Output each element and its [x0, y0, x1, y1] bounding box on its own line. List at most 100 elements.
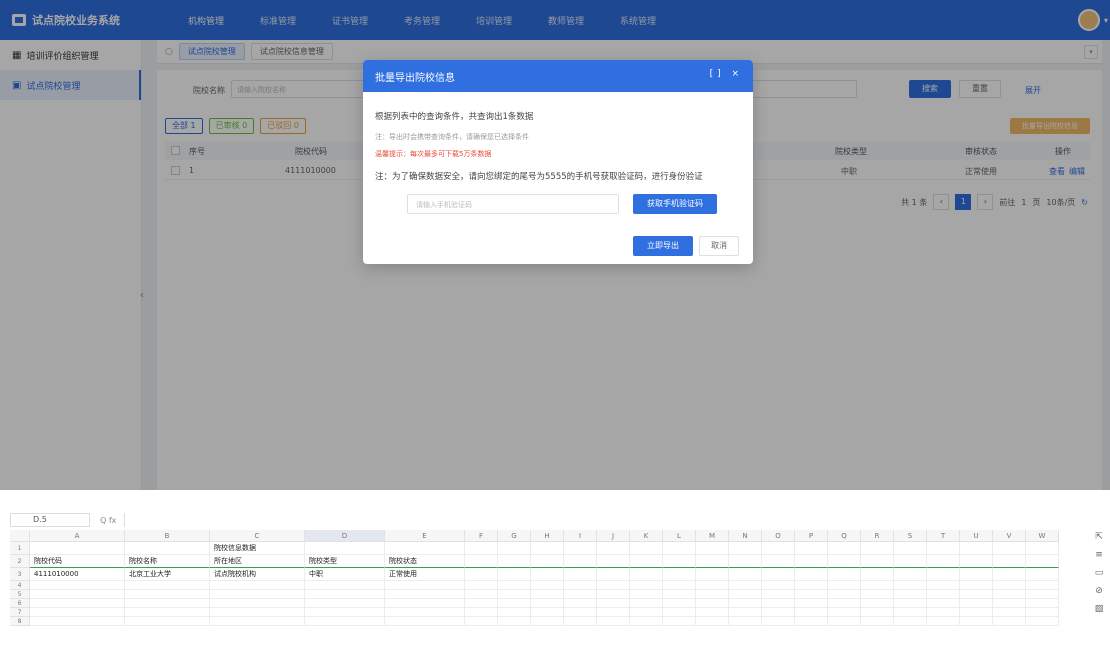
sheet-cell[interactable]	[861, 599, 894, 608]
row-header-3[interactable]: 3	[10, 568, 30, 581]
sheet-cell[interactable]	[960, 568, 993, 581]
sheet-cell[interactable]	[630, 581, 663, 590]
sheet-cell[interactable]	[795, 568, 828, 581]
sheet-cell[interactable]	[385, 608, 465, 617]
sheet-cell[interactable]	[927, 568, 960, 581]
sheet-cell[interactable]	[927, 617, 960, 626]
sheet-cell[interactable]	[630, 617, 663, 626]
sheet-cell[interactable]	[630, 555, 663, 568]
sheet-cell[interactable]	[663, 617, 696, 626]
sheet-cell[interactable]	[30, 581, 125, 590]
sheet-cell[interactable]	[927, 590, 960, 599]
sheet-cell[interactable]	[696, 555, 729, 568]
sheet-cell[interactable]	[696, 590, 729, 599]
sheet-cell[interactable]	[564, 581, 597, 590]
menu-icon[interactable]: ≡	[1095, 550, 1103, 560]
sheet-cell[interactable]	[465, 617, 498, 626]
sheet-cell[interactable]	[125, 581, 210, 590]
sheet-cell[interactable]	[861, 542, 894, 555]
row-header-4[interactable]: 4	[10, 581, 30, 590]
sheet-cell[interactable]	[960, 599, 993, 608]
sheet-cell[interactable]	[762, 581, 795, 590]
sheet-cell[interactable]	[960, 590, 993, 599]
sheet-cell[interactable]	[894, 581, 927, 590]
sheet-cell[interactable]	[762, 568, 795, 581]
sheet-cell[interactable]	[630, 599, 663, 608]
sheet-cell[interactable]	[1026, 617, 1059, 626]
sheet-cell[interactable]	[861, 590, 894, 599]
sheet-cell[interactable]	[531, 608, 564, 617]
sheet-grid[interactable]: A B C D E F G H I J K L M N O P Q R S T U V W 1 院校信息数据 2 院校代码 院校名称所…	[10, 530, 1092, 649]
sheet-cell[interactable]	[927, 608, 960, 617]
column-header-j[interactable]: J	[597, 530, 630, 542]
sheet-cell[interactable]	[828, 568, 861, 581]
sheet-cell[interactable]	[498, 542, 531, 555]
sheet-cell[interactable]	[993, 590, 1026, 599]
sheet-cell[interactable]	[729, 608, 762, 617]
column-header-r[interactable]: R	[861, 530, 894, 542]
sheet-cell[interactable]	[663, 599, 696, 608]
sheet-cell[interactable]	[795, 599, 828, 608]
sheet-cell[interactable]	[960, 617, 993, 626]
sheet-cell[interactable]	[564, 555, 597, 568]
sheet-cell[interactable]	[663, 555, 696, 568]
column-header-t[interactable]: T	[927, 530, 960, 542]
sheet-cell[interactable]	[696, 599, 729, 608]
sheet-cell[interactable]	[1026, 555, 1059, 568]
sheet-cell[interactable]	[993, 617, 1026, 626]
sheet-cell[interactable]	[663, 542, 696, 555]
sheet-cell[interactable]	[663, 568, 696, 581]
sheet-cell[interactable]	[729, 617, 762, 626]
sheet-cell[interactable]	[498, 608, 531, 617]
sheet-cell[interactable]	[564, 568, 597, 581]
sheet-cell[interactable]	[210, 608, 305, 617]
sheet-cell[interactable]	[125, 617, 210, 626]
sheet-cell[interactable]	[498, 555, 531, 568]
cursor-icon[interactable]: ⇱	[1095, 532, 1103, 542]
sheet-cell[interactable]	[465, 568, 498, 581]
sheet-cell[interactable]	[1026, 542, 1059, 555]
column-header-k[interactable]: K	[630, 530, 663, 542]
sheet-cell[interactable]	[125, 590, 210, 599]
sheet-cell[interactable]	[729, 568, 762, 581]
sheet-cell[interactable]	[564, 542, 597, 555]
sheet-cell[interactable]	[828, 590, 861, 599]
sheet-cell[interactable]	[498, 617, 531, 626]
sheet-cell[interactable]	[960, 608, 993, 617]
sheet-cell[interactable]	[828, 617, 861, 626]
sheet-cell[interactable]	[861, 617, 894, 626]
sheet-cell[interactable]	[385, 599, 465, 608]
sheet-cell[interactable]	[630, 542, 663, 555]
sheet-cell[interactable]	[762, 542, 795, 555]
sheet-cell[interactable]	[498, 568, 531, 581]
column-header-s[interactable]: S	[894, 530, 927, 542]
sheet-cell[interactable]	[210, 590, 305, 599]
format-icon[interactable]: ▭	[1095, 568, 1104, 578]
sheet-cell[interactable]	[465, 542, 498, 555]
row-header-1[interactable]: 1	[10, 542, 30, 555]
sheet-cell[interactable]	[531, 581, 564, 590]
sheet-cell[interactable]	[305, 590, 385, 599]
column-header-c[interactable]: C	[210, 530, 305, 542]
sheet-cell[interactable]	[498, 590, 531, 599]
sheet-cell[interactable]	[465, 555, 498, 568]
sheet-cell[interactable]: 院校状态	[385, 555, 465, 568]
cancel-button[interactable]: 取消	[699, 236, 739, 256]
column-header-g[interactable]: G	[498, 530, 531, 542]
sheet-cell[interactable]	[465, 599, 498, 608]
sheet-cell[interactable]	[630, 608, 663, 617]
sheet-cell[interactable]	[795, 590, 828, 599]
sheet-cell[interactable]	[663, 590, 696, 599]
sheet-cell[interactable]	[729, 542, 762, 555]
sheet-cell[interactable]	[305, 617, 385, 626]
sheet-cell[interactable]	[894, 568, 927, 581]
sheet-cell[interactable]	[385, 581, 465, 590]
sheet-cell[interactable]	[696, 568, 729, 581]
verification-code-input[interactable]: 请输入手机验证码	[407, 194, 619, 214]
sheet-cell[interactable]	[597, 617, 630, 626]
sheet-cell[interactable]: 院校代码	[30, 555, 125, 568]
sheet-cell[interactable]	[828, 608, 861, 617]
sheet-cell[interactable]	[30, 599, 125, 608]
sheet-cell[interactable]	[531, 542, 564, 555]
sheet-cell[interactable]	[305, 542, 385, 555]
